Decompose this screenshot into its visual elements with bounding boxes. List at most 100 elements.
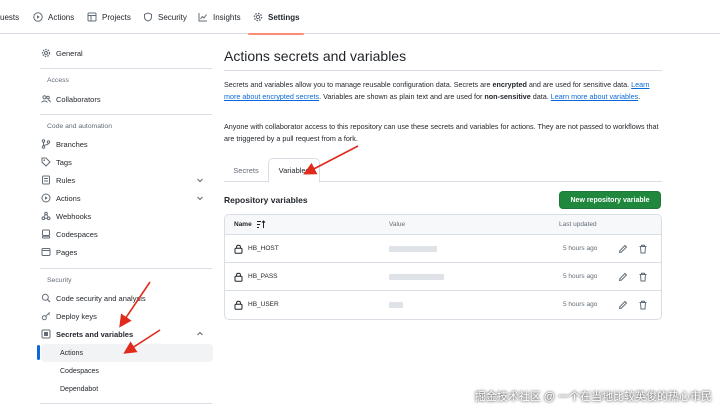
tab-insights[interactable]: Insights [197,0,241,34]
text: data. [530,92,551,101]
divider [224,70,662,71]
tab-actions[interactable]: Actions [32,0,74,34]
new-repository-variable-button[interactable]: New repository variable [559,191,661,209]
tab-security[interactable]: Security [142,0,187,34]
sidebar-item-secrets-variables[interactable]: Secrets and variables [41,325,213,343]
sidebar-item-label: Codespaces [56,229,98,239]
divider [40,403,212,404]
column-last-updated: Last updated [559,221,597,228]
table-row: HB_PASS 5 hours ago [225,263,661,291]
sidebar-item-collaborators[interactable]: Collaborators [41,90,213,108]
sidebar-section-security: Security [47,277,72,284]
codespaces-icon [41,229,51,239]
column-name: Name [234,221,252,228]
variable-value-redacted [389,246,437,252]
sidebar-item-code-security[interactable]: Code security and analysis [41,289,213,307]
text-encrypted: encrypted [492,80,527,89]
sidebar-item-label: Webhooks [56,211,92,221]
sidebar-item-label: Actions [56,193,81,203]
tab-pull-requests[interactable]: uests [0,0,19,34]
chevron-down-icon [195,175,205,185]
tab-variables[interactable]: Variables [268,158,320,183]
chevron-down-icon [195,193,205,203]
sidebar-item-label: Collaborators [56,94,101,104]
repository-variables-heading: Repository variables [224,195,308,205]
tab-label: Settings [268,12,300,22]
table-row: HB_HOST 5 hours ago [225,235,661,263]
sidebar-item-label: General [56,48,83,58]
repo-nav: uests Actions Projects Security Insights… [0,0,720,35]
trash-icon[interactable] [638,272,648,282]
sidebar-item-general[interactable]: General [41,44,213,62]
column-value: Value [389,221,406,228]
last-updated: 5 hours ago [563,245,598,252]
variable-value-redacted [389,274,444,280]
tab-settings[interactable]: Settings [248,0,304,35]
lock-icon [234,244,243,254]
learn-more-variables-link[interactable]: Learn more about variables [551,92,639,101]
text: . Variables are shown as plain text and … [319,92,485,101]
sidebar-item-deploy-keys[interactable]: Deploy keys [41,307,213,325]
page-title: Actions secrets and variables [224,48,407,64]
trash-icon[interactable] [638,244,648,254]
divider [40,68,212,69]
browser-icon [41,247,51,257]
divider [40,268,212,269]
variable-name: HB_PASS [248,273,278,280]
active-indicator [37,345,40,360]
trash-icon[interactable] [638,300,648,310]
sidebar-item-label: Branches [56,139,88,149]
sidebar-item-webhooks[interactable]: Webhooks [41,207,213,225]
sidebar-subitem-dependabot[interactable]: Dependabot [60,380,98,398]
secret-icon [41,329,51,339]
pencil-icon[interactable] [618,272,628,282]
people-icon [41,94,51,104]
play-icon [32,12,43,23]
text: and are used for sensitive data. [526,80,632,89]
text-non-sensitive: non-sensitive [484,92,531,101]
table-header: Name Value Last updated [225,215,661,235]
sidebar-item-label: Code security and analysis [56,293,146,303]
secrets-variables-tabs: Secrets Variables [224,158,662,183]
graph-icon [197,12,208,23]
play-icon [41,193,51,203]
last-updated: 5 hours ago [563,273,598,280]
sort-icon[interactable] [256,220,266,231]
gear-icon [252,12,263,23]
sidebar-subitem-actions[interactable]: Actions [41,344,213,362]
sidebar-item-label: Pages [56,247,78,257]
pencil-icon[interactable] [618,300,628,310]
table-icon [86,12,97,23]
branch-icon [41,139,51,149]
gear-icon [41,48,51,58]
variables-table: Name Value Last updated HB_HOST 5 hours … [224,214,662,320]
table-row: HB_USER 5 hours ago [225,291,661,319]
tab-projects[interactable]: Projects [86,0,131,34]
sidebar-item-label: Rules [56,175,76,185]
chevron-up-icon [195,329,205,339]
tab-label: Projects [102,12,131,22]
sidebar-item-actions[interactable]: Actions [41,189,213,207]
shield-icon [142,12,153,23]
sidebar-item-tags[interactable]: Tags [41,153,213,171]
sidebar-item-label: Deploy keys [56,311,97,321]
tag-icon [41,157,51,167]
text: . [638,92,641,101]
sidebar-item-pages[interactable]: Pages [41,243,213,261]
sidebar-subitem-codespaces[interactable]: Codespaces [60,362,99,380]
variable-name: HB_USER [248,301,279,308]
tab-secrets[interactable]: Secrets [224,158,268,182]
pencil-icon[interactable] [618,244,628,254]
last-updated: 5 hours ago [563,301,598,308]
sidebar-section-access: Access [47,77,69,84]
tab-label: Insights [213,12,241,22]
lock-icon [234,272,243,282]
rules-icon [41,175,51,185]
variable-name: HB_HOST [248,245,279,252]
divider [40,114,212,115]
sidebar-item-branches[interactable]: Branches [41,135,213,153]
watermark: 掘金技术社区 @ 一个在当地比较英俊的热心市民 [474,391,712,403]
sidebar-item-rules[interactable]: Rules [41,171,213,189]
sidebar-item-codespaces[interactable]: Codespaces [41,225,213,243]
collaborator-note: Anyone with collaborator access to this … [224,122,659,143]
